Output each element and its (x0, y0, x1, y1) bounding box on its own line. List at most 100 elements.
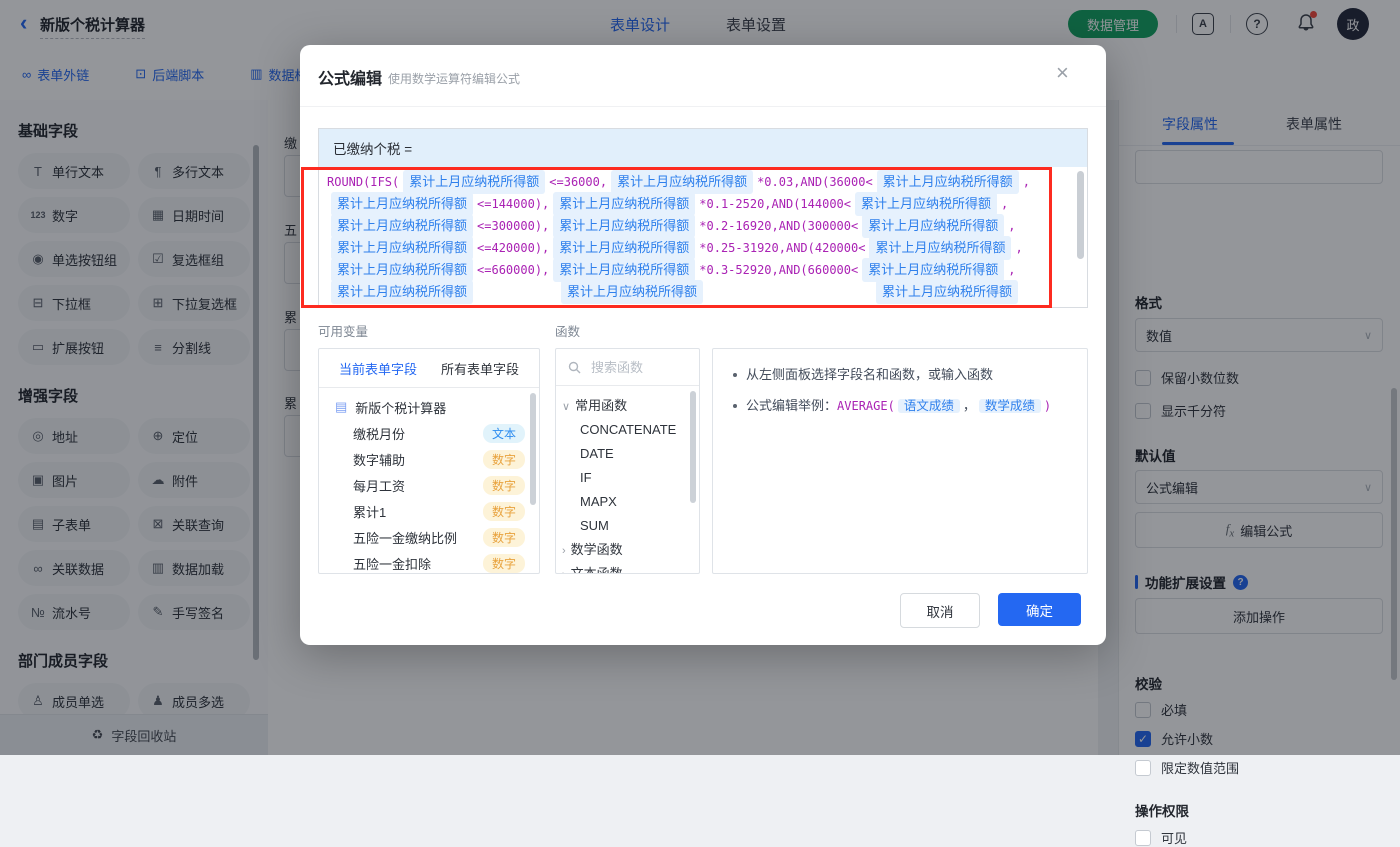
variables-scrollbar[interactable] (530, 393, 536, 505)
function-label: DATE (580, 446, 614, 461)
checkbox-label: 可见 (1161, 831, 1188, 846)
checkbox-icon[interactable] (1135, 829, 1151, 846)
field-chip[interactable]: 累计上月应纳税所得额 (553, 258, 696, 282)
close-icon[interactable]: × (1056, 61, 1069, 85)
variable-row[interactable]: 累计1 数字 (319, 498, 539, 524)
chevron-right-icon: › (562, 569, 566, 573)
bullet-dot (733, 404, 737, 408)
formula-line: 累计上月应纳税所得额 <=300000), 累计上月应纳税所得额 *0.2-16920… (327, 214, 1073, 238)
formula-code: *0.2-16920,AND(300000< (699, 219, 859, 233)
field-chip[interactable]: 累计上月应纳税所得额 (553, 192, 696, 216)
variables-box: 当前表单字段 所有表单字段 ▤ 新版个税计算器缴税月份 文本数字辅助 数字 每月工资 数字… (318, 348, 540, 574)
field-chip[interactable]: 累计上月应纳税所得额 (331, 192, 474, 216)
formula-scrollbar[interactable] (1077, 171, 1084, 259)
function-group[interactable]: › 数学函数 (556, 538, 699, 562)
field-chip[interactable]: 累计上月应纳税所得额 (855, 192, 998, 216)
variable-type-badge: 数字 (482, 501, 525, 521)
checkbox-可见[interactable]: 可见 (1135, 828, 1187, 847)
field-chip[interactable]: 累计上月应纳税所得额 (876, 280, 1019, 304)
function-item[interactable]: IF (556, 466, 699, 490)
formula-content[interactable]: ROUND(IFS(累计上月应纳税所得额 <=36000, 累计上月应纳税所得额 *0… (319, 167, 1087, 307)
formula-example: 公式编辑举例：AVERAGE(语文成绩，数学成绩) (746, 396, 1051, 416)
formula-target: 已缴纳个税 = (319, 129, 1087, 167)
example-field-chip: 语文成绩 (897, 399, 960, 413)
function-item[interactable]: SUM (556, 514, 699, 538)
function-search-input[interactable] (589, 358, 683, 376)
formula-code: ROUND(IFS( (327, 175, 400, 189)
tab-current-form-fields[interactable]: 当前表单字段 (339, 359, 417, 378)
formula-code: , (1008, 219, 1016, 233)
checkbox-限定数值范围[interactable]: 限定数值范围 (1135, 758, 1239, 777)
variable-row[interactable]: 五险一金缴纳比例 数字 (319, 524, 539, 550)
variable-row[interactable]: 数字辅助 数字 (319, 446, 539, 472)
field-chip[interactable]: 累计上月应纳税所得额 (331, 214, 474, 238)
confirm-button[interactable]: 确定 (998, 593, 1081, 626)
field-chip[interactable]: 累计上月应纳税所得额 (331, 280, 474, 304)
variable-type-badge: 数字 (482, 449, 525, 469)
formula-line: ROUND(IFS(累计上月应纳税所得额 <=36000, 累计上月应纳税所得额 *0… (327, 170, 1073, 194)
formula-line: 累计上月应纳税所得额 <=660000), 累计上月应纳税所得额 *0.3-52920… (327, 258, 1073, 282)
form-doc-icon: ▤ (335, 399, 348, 414)
variable-row[interactable]: 五险一金扣除 数字 (319, 550, 539, 573)
function-search[interactable] (556, 349, 699, 386)
variable-type-badge: 数字 (482, 475, 525, 495)
formula-code: *0.3-52920,AND(660000< (699, 263, 859, 277)
field-chip[interactable]: 累计上月应纳税所得额 (331, 258, 474, 282)
field-chip[interactable]: 累计上月应纳税所得额 (876, 170, 1019, 194)
search-icon (568, 361, 581, 373)
tab-all-form-fields[interactable]: 所有表单字段 (441, 359, 519, 378)
function-item[interactable]: CONCATENATE (556, 418, 699, 442)
formula-code: *0.1-2520,AND(144000< (699, 197, 851, 211)
modal-title: 公式编辑 (318, 71, 383, 88)
field-chip[interactable]: 累计上月应纳税所得额 (561, 280, 704, 304)
field-chip[interactable]: 累计上月应纳税所得额 (553, 214, 696, 238)
function-label: IF (580, 470, 592, 485)
field-chip[interactable]: 累计上月应纳税所得额 (611, 170, 754, 194)
example-text: ， (962, 398, 976, 413)
variable-row[interactable]: 缴税月份 文本 (319, 420, 539, 446)
formula-code: <=420000), (477, 241, 550, 255)
field-chip[interactable]: 累计上月应纳税所得额 (869, 236, 1012, 260)
variable-type-badge: 文本 (482, 423, 525, 443)
function-label: SUM (580, 518, 609, 533)
field-chip[interactable]: 累计上月应纳税所得额 (403, 170, 546, 194)
function-group[interactable]: ∨ 常用函数 (556, 394, 699, 418)
variable-row[interactable]: 每月工资 数字 (319, 472, 539, 498)
formula-code: <=300000), (477, 219, 550, 233)
function-label: MAPX (580, 494, 617, 509)
formula-editor-box[interactable]: 已缴纳个税 = ROUND(IFS(累计上月应纳税所得额 <=36000, 累计上月… (318, 128, 1088, 308)
function-item[interactable]: DATE (556, 442, 699, 466)
cancel-button[interactable]: 取消 (900, 593, 980, 628)
permission-label: 操作权限 (1135, 804, 1189, 819)
function-group[interactable]: › 文本函数 (556, 562, 699, 573)
formula-gap (477, 292, 557, 293)
formula-line: 累计上月应纳税所得额 累计上月应纳税所得额 累计上月应纳税所得额 (327, 280, 1073, 304)
variable-type-badge: 数字 (482, 527, 525, 547)
variable-name: 缴税月份 (353, 426, 406, 442)
formula-gap (707, 292, 872, 293)
field-chip[interactable]: 累计上月应纳税所得额 (553, 236, 696, 260)
chevron-down-icon: ∨ (562, 401, 571, 413)
variable-name: 累计1 (353, 504, 387, 520)
formula-editor-modal: 公式编辑 使用数学运算符编辑公式 × 已缴纳个税 = ROUND(IFS(累计上… (300, 45, 1106, 645)
example-text: 公式编辑举例： (746, 398, 838, 413)
formula-code: *0.25-31920,AND(420000< (699, 241, 866, 255)
modal-header: 公式编辑 使用数学运算符编辑公式 × (300, 45, 1106, 107)
field-chip[interactable]: 累计上月应纳税所得额 (862, 214, 1005, 238)
variable-type-badge: 数字 (482, 553, 525, 573)
checkbox-icon[interactable] (1135, 759, 1151, 776)
bullet-dot (733, 373, 737, 377)
modal-subtitle: 使用数学运算符编辑公式 (388, 72, 521, 86)
formula-code: , (1022, 175, 1030, 189)
field-chip[interactable]: 累计上月应纳税所得额 (862, 258, 1005, 282)
formula-line: 累计上月应纳税所得额 <=144000), 累计上月应纳税所得额 *0.1-2520,… (327, 192, 1073, 216)
checkbox-label: 限定数值范围 (1161, 761, 1240, 776)
field-chip[interactable]: 累计上月应纳税所得额 (331, 236, 474, 260)
example-field-chip: 数学成绩 (978, 399, 1041, 413)
formula-code: , (1015, 241, 1023, 255)
function-item[interactable]: MAPX (556, 490, 699, 514)
variable-form-row[interactable]: ▤ 新版个税计算器 (319, 394, 539, 420)
variable-name: 五险一金缴纳比例 (353, 530, 458, 546)
functions-scrollbar[interactable] (690, 391, 696, 503)
chevron-right-icon: › (562, 545, 566, 557)
